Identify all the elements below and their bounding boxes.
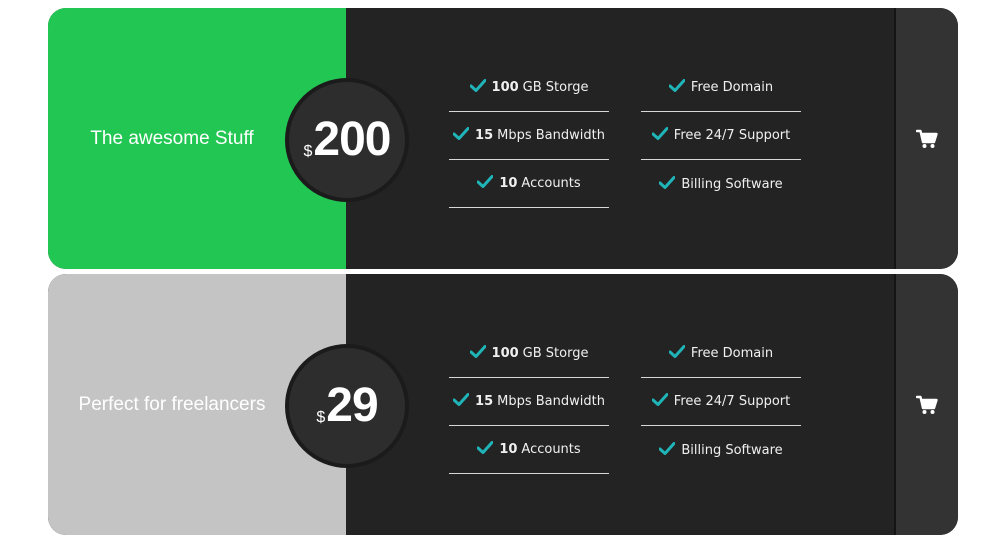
shopping-cart-icon [916,129,938,149]
add-to-cart-button[interactable] [894,274,958,535]
price-badge: $ 29 [285,344,409,468]
price-currency: $ [303,143,313,160]
checkmark-icon [476,175,494,192]
checkmark-icon [658,441,676,459]
checkmark-icon [658,175,676,193]
feature-item: 10 Accounts [449,426,609,474]
feature-value: 15 [475,128,494,143]
feature-value: 100 [491,346,519,361]
checkmark-icon [651,393,669,410]
feature-item: Free 24/7 Support [641,112,801,160]
feature-column: 100 GB Storge 15 Mbps Bandwidth 10 Accou… [449,330,609,474]
feature-label: GB Storge [522,80,589,95]
feature-item: 15 Mbps Bandwidth [449,112,609,160]
feature-label: Billing Software [681,442,783,458]
feature-value: 10 [499,176,518,191]
checkmark-icon [452,127,470,144]
feature-label: Free 24/7 Support [673,394,791,409]
feature-label: Billing Software [681,176,783,192]
checkmark-icon [452,393,470,410]
feature-item: Billing Software [641,426,801,474]
feature-item: 15 Mbps Bandwidth [449,378,609,426]
price-amount: 200 [313,113,391,166]
feature-value: 10 [499,442,518,457]
feature-label: GB Storge [522,346,589,361]
feature-item: Free Domain [641,330,801,378]
feature-label: Free 24/7 Support [673,128,791,143]
plan-name: The awesome Stuff [90,127,254,149]
checkmark-icon [476,441,494,458]
feature-value: 100 [491,80,519,95]
feature-label: Free Domain [690,346,774,361]
feature-item: 100 GB Storge [449,64,609,112]
feature-column: 100 GB Storge 15 Mbps Bandwidth 10 Accou… [449,64,609,208]
pricing-plan-1: The awesome Stuff $ 200 100 GB Storge 15… [48,8,958,269]
plan-name: Perfect for freelancers [78,393,266,415]
feature-list: 100 GB Storge 15 Mbps Bandwidth 10 Accou… [449,330,849,477]
checkmark-icon [668,345,686,362]
feature-item: 10 Accounts [449,160,609,208]
feature-item: Free 24/7 Support [641,378,801,426]
price-badge: $ 200 [285,78,409,202]
feature-value: 15 [475,394,494,409]
checkmark-icon [651,127,669,144]
checkmark-icon [668,79,686,96]
feature-column: Free Domain Free 24/7 Support Billing So… [641,64,801,208]
feature-label: Mbps Bandwidth [497,128,605,143]
feature-label: Accounts [521,442,581,457]
price-currency: $ [316,409,326,426]
feature-item: Free Domain [641,64,801,112]
checkmark-icon [469,345,487,362]
feature-item: 100 GB Storge [449,330,609,378]
pricing-plan-2: Perfect for freelancers $ 29 100 GB Stor… [48,274,958,535]
feature-column: Free Domain Free 24/7 Support Billing So… [641,330,801,474]
feature-list: 100 GB Storge 15 Mbps Bandwidth 10 Accou… [449,64,849,211]
feature-item: Billing Software [641,160,801,208]
checkmark-icon [469,79,487,96]
add-to-cart-button[interactable] [894,8,958,269]
feature-label: Accounts [521,176,581,191]
price-amount: 29 [326,379,378,432]
feature-label: Free Domain [690,80,774,95]
shopping-cart-icon [916,395,938,415]
feature-label: Mbps Bandwidth [497,394,605,409]
